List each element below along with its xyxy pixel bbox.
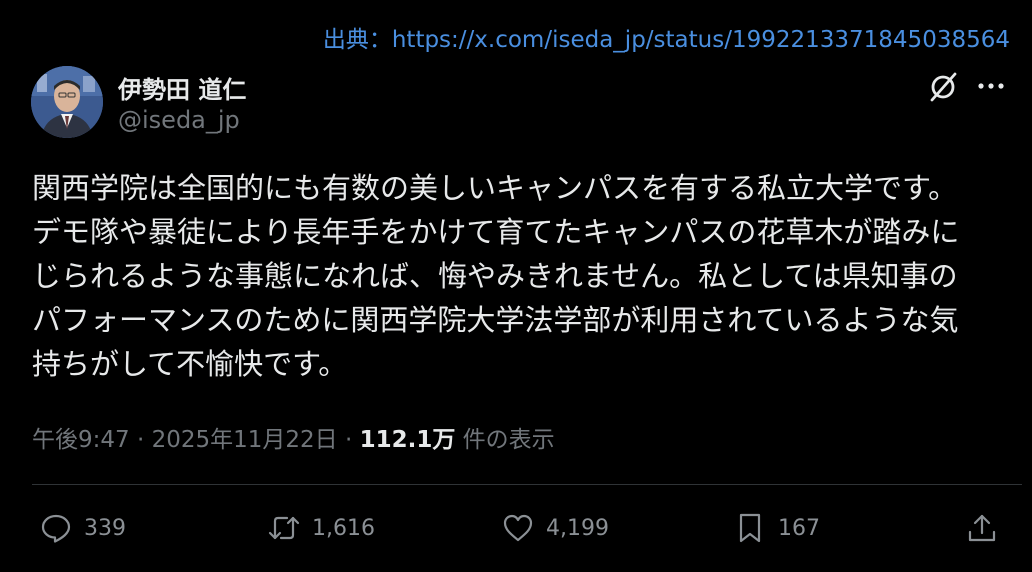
reply-icon <box>41 514 71 543</box>
post-line: 関西学院は全国的にも有数の美しいキャンパスを有する私立大学です。 <box>32 171 958 205</box>
grok-icon[interactable] <box>926 70 960 104</box>
reply-count: 339 <box>84 515 126 541</box>
post-line: 持ちがして不愉快です。 <box>32 347 348 381</box>
author-name[interactable]: 伊勢田 道仁 <box>118 70 246 105</box>
view-count[interactable]: 112.1万 <box>360 427 456 453</box>
like-icon <box>503 514 533 542</box>
share-icon <box>968 514 996 542</box>
post-date[interactable]: 2025年11月22日 <box>152 427 338 453</box>
repost-count: 1,616 <box>312 515 375 541</box>
reply-button[interactable]: 339 <box>40 506 126 550</box>
avatar[interactable] <box>31 66 103 138</box>
like-count: 4,199 <box>546 515 609 541</box>
post-text: 関西学院は全国的にも有数の美しいキャンパスを有する私立大学です。 デモ隊や暴徒に… <box>32 166 1017 386</box>
source-citation: 出典：https://x.com/iseda_jp/status/1992213… <box>323 20 1010 54</box>
bookmark-icon <box>739 513 761 543</box>
like-button[interactable]: 4,199 <box>502 506 609 550</box>
post-line: デモ隊や暴徒により長年手をかけて育てたキャンパスの花草木が踏みに <box>32 215 960 249</box>
post-time[interactable]: 午後9:47 <box>32 427 130 453</box>
meta-separator: · <box>129 427 152 453</box>
post-meta: 午後9:47 · 2025年11月22日 · 112.1万 件の表示 <box>32 420 555 454</box>
author-handle[interactable]: @iseda_jp <box>118 106 240 134</box>
bookmark-count: 167 <box>778 515 820 541</box>
source-url-link[interactable]: https://x.com/iseda_jp/status/1992213371… <box>392 27 1010 53</box>
view-count-label: 件の表示 <box>455 427 555 453</box>
avatar-image <box>31 66 103 138</box>
more-icon[interactable] <box>974 72 1008 100</box>
bookmark-button[interactable]: 167 <box>734 506 820 550</box>
post-line: パフォーマンスのために関西学院大学法学部が利用されているような気 <box>32 303 959 337</box>
repost-button[interactable]: 1,616 <box>268 506 375 550</box>
repost-icon <box>268 516 300 540</box>
divider <box>32 484 1022 485</box>
action-bar: 339 1,616 4,199 167 <box>0 506 1032 550</box>
source-label: 出典： <box>322 27 392 53</box>
share-button[interactable] <box>966 506 998 550</box>
meta-separator: · <box>337 427 360 453</box>
post-line: じられるような事態になれば、悔やみきれません。私としては県知事の <box>32 259 958 293</box>
